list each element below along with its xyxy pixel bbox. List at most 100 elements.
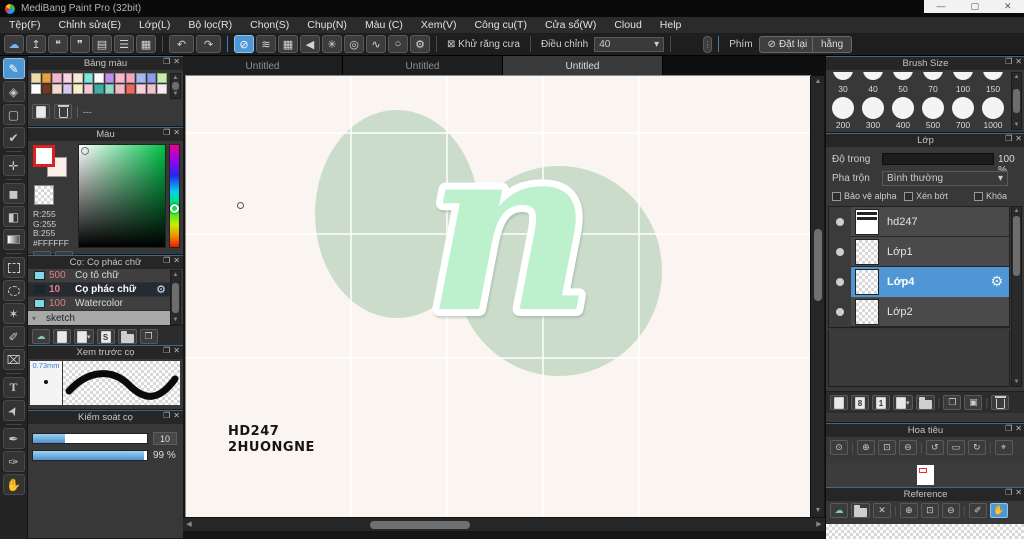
menu-bo-loc[interactable]: Bộ lọc(R) (179, 17, 241, 33)
popout-icon[interactable]: ❐ (163, 346, 170, 355)
tool-move-button[interactable]: ✛ (2, 155, 25, 176)
brush-size-option[interactable]: 50 (888, 72, 918, 94)
tool-script-button[interactable]: ✑ (2, 451, 25, 472)
snap-parallel-button[interactable]: ≋ (256, 35, 276, 53)
menu-cloud[interactable]: Cloud (605, 17, 650, 33)
duplicate-brush-button[interactable]: ❐ (139, 329, 158, 344)
brush-size-option[interactable]: 1000 (978, 94, 1008, 130)
layer-visibility-toggle[interactable] (829, 266, 851, 297)
reference-image-area[interactable] (826, 524, 1024, 539)
reference-zoom-in-button[interactable]: ⊕ (899, 503, 918, 518)
close-icon[interactable]: ✕ (173, 57, 180, 66)
tool-lasso-button[interactable] (2, 280, 25, 301)
reference-eyedropper-button[interactable]: ✐ (968, 503, 987, 518)
fit-screen-button[interactable]: ⊡ (877, 440, 896, 455)
reference-fit-button[interactable]: ⊡ (920, 503, 939, 518)
brush-list-item[interactable]: 500 Cọ tô chữ (28, 269, 170, 283)
brush-size-scrollbar[interactable]: ▲ ▼ (1011, 72, 1022, 130)
tool-eraser-button[interactable]: ◈ (2, 81, 25, 102)
layer-row[interactable]: Lớp1 (829, 236, 1009, 267)
palette-swatch[interactable] (104, 73, 115, 83)
list-settings-button[interactable]: ☰ (114, 35, 134, 53)
scroll-up-icon[interactable]: ▲ (1014, 74, 1020, 80)
palette-swatch[interactable] (115, 84, 125, 94)
layer-folder-button[interactable] (915, 395, 935, 410)
publish-button[interactable]: ↥ (26, 35, 46, 53)
scroll-down-icon[interactable]: ▼ (173, 91, 179, 97)
brush-size-option[interactable]: 200 (828, 94, 858, 130)
hue-slider[interactable] (169, 144, 180, 248)
comment-button[interactable]: ❝ (48, 35, 68, 53)
new-layer-button[interactable] (830, 395, 848, 410)
tool-hand-button[interactable]: ✋ (2, 474, 25, 495)
tool-shape-button[interactable]: ▢ (2, 104, 25, 125)
layer-opacity-slider[interactable] (882, 153, 994, 165)
brush-size-value-box[interactable]: 10 (153, 432, 177, 445)
scroll-down-icon[interactable]: ▼ (811, 505, 825, 517)
menu-cong-cu[interactable]: Công cụ(T) (465, 17, 536, 33)
brush-settings-gear-icon[interactable]: ⚙ (156, 283, 166, 296)
foreground-color-swatch[interactable] (33, 145, 55, 167)
scroll-up-icon[interactable]: ▲ (173, 75, 179, 81)
close-icon[interactable]: ✕ (173, 346, 180, 355)
new-brush-button[interactable] (53, 329, 71, 344)
snap-grid-button[interactable]: ▦ (278, 35, 298, 53)
delete-palette-color-button[interactable] (54, 104, 72, 119)
brush-size-option[interactable]: 100 (948, 72, 978, 94)
clipped-button[interactable]: hằng (812, 36, 853, 53)
antialias-checkbox[interactable]: ⊠ Khử răng cưa (447, 39, 520, 50)
palette-swatch[interactable] (136, 84, 146, 94)
tool-polyline-button[interactable]: ✔ (2, 127, 25, 148)
document-tab[interactable]: Untitled (183, 56, 343, 76)
palette-swatch[interactable] (52, 84, 62, 94)
palette-swatch[interactable] (41, 84, 52, 94)
close-icon[interactable]: ✕ (1015, 57, 1022, 66)
scroll-up-icon[interactable]: ▲ (173, 272, 179, 278)
layer-visibility-toggle[interactable] (829, 206, 851, 237)
reference-hand-button[interactable]: ✋ (989, 503, 1008, 518)
snap-concentric-button[interactable]: ◎ (344, 35, 364, 53)
tool-pen-button[interactable]: ✒ (2, 428, 25, 449)
scroll-left-icon[interactable]: ◀ (183, 518, 195, 532)
close-icon[interactable]: ✕ (1015, 424, 1022, 433)
duplicate-layer-button[interactable]: ❐ (943, 395, 962, 410)
popout-icon[interactable]: ❐ (1005, 424, 1012, 433)
tool-magic-wand-button[interactable]: ✶ (2, 303, 25, 324)
close-icon[interactable]: ✕ (173, 256, 180, 265)
palette-scrollbar[interactable]: ▲ ▼ (170, 73, 181, 99)
palette-swatch[interactable] (41, 73, 52, 83)
brush-folder-button[interactable] (117, 329, 137, 344)
lock-checkbox[interactable]: Khóa (974, 191, 1007, 201)
rotate-cw-button[interactable]: ↻ (967, 440, 986, 455)
popout-icon[interactable]: ❐ (163, 411, 170, 420)
menu-help[interactable]: Help (651, 17, 691, 33)
palette-swatch[interactable] (125, 84, 136, 94)
palette-swatch[interactable] (83, 84, 94, 94)
palette-swatch[interactable] (83, 73, 94, 83)
saturation-value-picker[interactable] (78, 144, 166, 248)
close-button[interactable]: ✕ (1004, 0, 1012, 13)
close-icon[interactable]: ✕ (1015, 488, 1022, 497)
maximize-button[interactable]: ▢ (970, 0, 979, 13)
brush-size-option[interactable]: 500 (918, 94, 948, 130)
popout-icon[interactable]: ❐ (163, 256, 170, 265)
minimize-button[interactable]: — (936, 0, 945, 13)
brush-opacity-slider[interactable] (32, 450, 148, 461)
brush-size-option[interactable]: 70 (918, 72, 948, 94)
snap-radial-button[interactable]: ✳ (322, 35, 342, 53)
reference-zoom-out-button[interactable]: ⊖ (941, 503, 960, 518)
popout-icon[interactable]: ❐ (1005, 134, 1012, 143)
menu-mau[interactable]: Màu (C) (356, 17, 412, 33)
script-brush-button[interactable]: S (96, 329, 115, 344)
brush-list-item-selected[interactable]: 10 Cọ phác chữ ⚙ (28, 283, 170, 297)
grid-edit-button[interactable]: ▦ (136, 35, 156, 53)
blend-mode-dropdown[interactable]: Bình thường ▾ (882, 171, 1008, 186)
snap-off-button[interactable]: ⊘ (234, 35, 254, 53)
brush-size-option[interactable]: 700 (948, 94, 978, 130)
palette-swatch[interactable] (31, 73, 41, 83)
redo-button[interactable]: ↷ (196, 35, 221, 53)
palette-swatch[interactable] (31, 84, 41, 94)
zoom-actual-button[interactable]: ⊙ (830, 440, 848, 455)
chat-button[interactable]: ❞ (70, 35, 90, 53)
scroll-up-icon[interactable]: ▲ (1014, 208, 1020, 214)
